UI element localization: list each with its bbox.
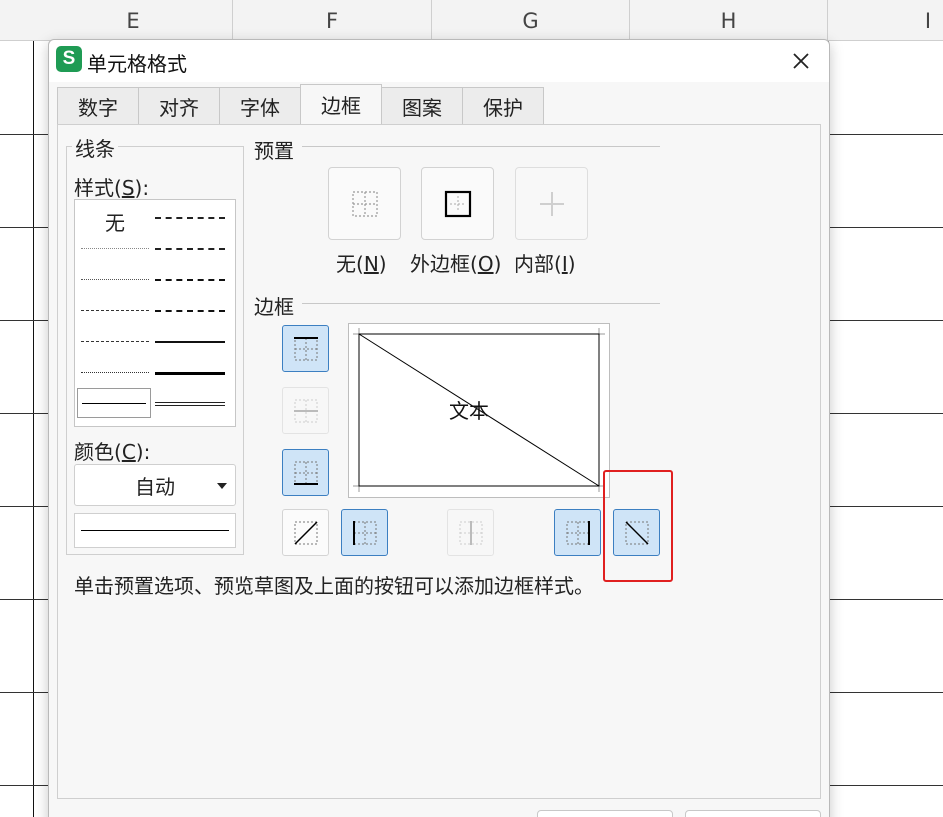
border-preview[interactable]: 文本 [348, 323, 610, 498]
dialog-title: 单元格格式 [87, 52, 187, 76]
style-label: 样式(S): [74, 176, 150, 200]
line-style-option[interactable] [155, 310, 225, 312]
tab-protection[interactable]: 保护 [462, 87, 544, 125]
preset-none-button[interactable] [328, 167, 401, 240]
border-left-icon [352, 520, 376, 545]
format-cells-dialog: S 单元格格式 数字 对齐 字体 边框 图案 保护 线条 样式(S): 无 颜色… [48, 39, 830, 817]
border-inside-vertical-icon [459, 520, 482, 545]
tab-alignment[interactable]: 对齐 [138, 87, 220, 125]
border-top-button[interactable] [282, 325, 329, 372]
color-label: 颜色(C): [74, 440, 151, 464]
border-tab-panel: 线条 样式(S): 无 颜色(C): 自动 预置 无(N) 外边框(O) 内部(… [57, 124, 821, 799]
column-header-bar: E F G H I [0, 0, 943, 41]
line-style-option[interactable] [81, 310, 149, 311]
diagonal-up-button[interactable] [282, 509, 329, 556]
column-header-e[interactable]: E [34, 0, 233, 41]
border-right-icon [566, 520, 590, 545]
preset-none-icon [351, 190, 378, 217]
line-style-selected[interactable] [77, 388, 151, 418]
preset-outline-icon [444, 190, 471, 217]
line-style-option[interactable] [81, 341, 149, 342]
line-style-list[interactable]: 无 [74, 199, 236, 427]
border-left-button[interactable] [341, 509, 388, 556]
grid-line [33, 41, 34, 817]
border-section-title: 边框 [254, 295, 294, 319]
preset-inside-button[interactable] [515, 167, 588, 240]
divider [302, 146, 660, 147]
hint-text: 单击预置选项、预览草图及上面的按钮可以添加边框样式。 [74, 574, 594, 598]
divider [302, 303, 660, 304]
border-bottom-icon [293, 461, 318, 485]
border-inside-vertical-button[interactable] [447, 509, 494, 556]
line-style-option[interactable] [155, 372, 225, 375]
tab-border[interactable]: 边框 [300, 84, 382, 124]
border-top-icon [293, 336, 318, 360]
preset-none-label: 无(N) [336, 252, 387, 276]
border-right-button[interactable] [554, 509, 601, 556]
color-dropdown-value: 自动 [135, 474, 175, 499]
color-preview-line [81, 530, 229, 531]
dialog-titlebar[interactable]: S 单元格格式 [49, 40, 829, 82]
cancel-button[interactable] [685, 810, 821, 817]
app-logo-icon: S [56, 46, 82, 72]
line-style-none[interactable]: 无 [105, 207, 125, 236]
column-header-i[interactable]: I [828, 0, 943, 41]
line-style-option[interactable] [81, 372, 149, 373]
border-inside-horizontal-button[interactable] [282, 387, 329, 434]
column-header-f[interactable]: F [233, 0, 432, 41]
line-style-thin-sample [82, 403, 146, 404]
preset-outline-button[interactable] [421, 167, 494, 240]
border-bottom-button[interactable] [282, 449, 329, 496]
diagonal-down-icon [624, 520, 649, 545]
line-style-option[interactable] [81, 248, 149, 249]
border-inside-horizontal-icon [293, 399, 318, 422]
diagonal-up-icon [293, 520, 318, 545]
preset-outline-label: 外边框(O) [410, 252, 502, 276]
line-style-option[interactable] [155, 248, 225, 250]
preview-text: 文本 [449, 399, 489, 423]
close-button[interactable] [785, 46, 817, 76]
line-style-option[interactable] [155, 341, 225, 343]
tab-font[interactable]: 字体 [219, 87, 301, 125]
preset-inside-label: 内部(I) [514, 252, 576, 276]
tab-bar: 数字 对齐 字体 边框 图案 保护 [57, 84, 544, 125]
preset-section-title: 预置 [254, 139, 294, 163]
preset-inside-icon [539, 191, 564, 216]
line-style-option[interactable] [81, 279, 149, 280]
line-group-legend: 线条 [72, 133, 118, 162]
line-style-option[interactable] [155, 217, 225, 219]
color-preview [74, 513, 236, 548]
chevron-down-icon [217, 483, 227, 489]
tab-number[interactable]: 数字 [57, 87, 139, 125]
line-style-option[interactable] [155, 279, 225, 281]
ok-button[interactable] [537, 810, 673, 817]
close-icon [793, 53, 809, 69]
line-style-option[interactable] [155, 402, 225, 406]
tab-pattern[interactable]: 图案 [381, 87, 463, 125]
color-dropdown[interactable]: 自动 [74, 464, 236, 506]
diagonal-down-button[interactable] [613, 509, 660, 556]
column-header-h[interactable]: H [630, 0, 828, 41]
column-header-g[interactable]: G [432, 0, 630, 41]
